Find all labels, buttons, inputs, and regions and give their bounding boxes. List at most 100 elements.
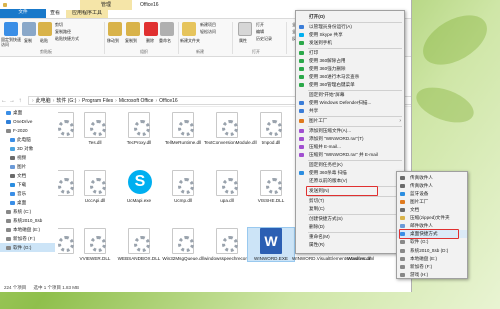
file-item[interactable]: VVIEWER.DLL: [72, 228, 118, 261]
context-menu-item[interactable]: 图片工厂 ›: [296, 117, 404, 125]
sidebar-item[interactable]: 新加卷 (F:): [0, 234, 55, 243]
sidebar-item[interactable]: F-2020: [0, 126, 55, 135]
sidebar-item[interactable]: 本地磁盘 (E:): [0, 225, 55, 234]
sidebar-item[interactable]: 图片: [0, 162, 55, 171]
context-menu-item[interactable]: 添加到 "WINWORD.rar"(T): [296, 135, 404, 143]
file-item[interactable]: Tes.dll: [72, 112, 118, 145]
sidebar-item[interactable]: 系统 (C:): [0, 207, 55, 216]
move-to-button[interactable]: 移动到: [107, 38, 119, 44]
tab-3[interactable]: 查看: [44, 9, 66, 18]
sidebar-item[interactable]: 桌面: [0, 108, 55, 117]
file-item[interactable]: Ucmp.dll: [160, 170, 206, 203]
file-item[interactable]: upa.dll: [204, 170, 250, 203]
delete-button[interactable]: 删除: [146, 38, 154, 44]
file-item[interactable]: S UcMapi.exe: [116, 170, 162, 203]
manage-context-tab[interactable]: 管理: [80, 0, 132, 10]
sidebar-item[interactable]: 此电脑: [0, 135, 55, 144]
sidebar-item[interactable]: 3D 对象: [0, 144, 55, 153]
properties-icon[interactable]: [238, 22, 252, 36]
paste-shortcut-button[interactable]: 粘贴快捷方式: [55, 36, 79, 41]
context-menu-item[interactable]: 删除(D): [296, 223, 404, 231]
tab-4[interactable]: 应用程序工具: [66, 9, 109, 18]
context-menu-item[interactable]: 使用 360杀毒 扫描: [296, 169, 404, 177]
context-menu-item[interactable]: 打开(O): [296, 13, 404, 21]
edit-button[interactable]: 编辑: [256, 29, 264, 34]
new-folder-icon[interactable]: [182, 22, 196, 36]
context-menu-item[interactable]: 重命名(M): [296, 233, 404, 241]
context-menu-item[interactable]: 使用 360进行木马云查杀: [296, 73, 404, 81]
context-menu-item[interactable]: 压缩并 E-mail...: [296, 143, 404, 151]
history-button[interactable]: 历史记录: [256, 36, 272, 41]
sendto-menu-item[interactable]: 新加卷 (F:): [397, 263, 467, 271]
sendto-menu-item[interactable]: 蓝牙设备: [397, 190, 467, 198]
delete-icon[interactable]: [144, 22, 158, 36]
copy-button[interactable]: 复制: [24, 38, 32, 44]
open-button[interactable]: 打开: [256, 22, 264, 27]
context-menu-item[interactable]: 还原以前的版本(V): [296, 177, 404, 185]
sendto-menu-item[interactable]: 传真收件人: [397, 174, 467, 182]
properties-button[interactable]: 属性: [239, 38, 247, 44]
context-menu-item[interactable]: 剪切(T): [296, 197, 404, 205]
pin-icon[interactable]: [4, 22, 18, 36]
back-icon[interactable]: ←: [0, 98, 8, 104]
copy-to-button[interactable]: 复制到: [125, 38, 137, 44]
copy-to-icon[interactable]: [126, 22, 140, 36]
sendto-menu-item[interactable]: 本地磁盘 (E:): [397, 255, 467, 263]
sidebar-item[interactable]: 桌面: [0, 198, 55, 207]
paste-icon[interactable]: [38, 22, 52, 36]
context-menu-item[interactable]: 复制(C): [296, 205, 404, 213]
paste-button[interactable]: 粘贴: [40, 38, 48, 44]
new-item-button[interactable]: 新建项目: [200, 22, 216, 27]
context-menu-item[interactable]: 压缩到 "WINWORD.rar" 并 E-mail: [296, 151, 404, 159]
context-menu-item[interactable]: 打印: [296, 49, 404, 57]
context-menu-item[interactable]: 使用 Windows Defender扫描...: [296, 99, 404, 107]
rename-icon[interactable]: [160, 22, 174, 36]
pin-button[interactable]: 固定到快速访问: [1, 37, 21, 47]
sidebar-item[interactable]: OneDrive: [0, 117, 55, 126]
context-menu-item[interactable]: 创建快捷方式(S): [296, 215, 404, 223]
breadcrumb-item[interactable]: Program Files: [82, 98, 113, 104]
cut-button[interactable]: 剪切: [55, 22, 63, 27]
sendto-menu-item[interactable]: 系统2010_ttsb (D:): [397, 247, 467, 255]
breadcrumb-item[interactable]: 软件 (G:): [56, 97, 76, 104]
file-item[interactable]: TecProxy.dll: [116, 112, 162, 145]
sidebar-item[interactable]: 系统2010_ttsb: [0, 216, 55, 225]
quick-access-icon[interactable]: [3, 3, 7, 7]
file-item[interactable]: TextConversionModule.dll: [204, 112, 257, 145]
context-menu-item[interactable]: 属性(R): [296, 241, 404, 249]
context-menu-item[interactable]: 固定到"开始"屏幕: [296, 91, 404, 99]
easy-access-button[interactable]: 轻松访问: [200, 29, 216, 34]
sendto-menu-item[interactable]: 压缩(zipped)文件夹: [397, 214, 467, 222]
file-item[interactable]: windowsspeechrecordc.dll: [204, 228, 258, 261]
file-item[interactable]: W WINWORD.EXE: [247, 226, 295, 263]
file-item[interactable]: WEBSANDBOX.DLL: [116, 228, 162, 261]
breadcrumb-item[interactable]: 此电脑: [36, 97, 51, 104]
rename-button[interactable]: 重命名: [159, 38, 171, 44]
context-menu-item[interactable]: 添加到压缩文件(A)...: [296, 127, 404, 135]
context-menu-item[interactable]: 使用 360强力删除: [296, 65, 404, 73]
context-menu-item[interactable]: 使用 Skype 共享: [296, 31, 404, 39]
sendto-menu-item[interactable]: 游戏 (H:): [397, 271, 467, 279]
sidebar-item[interactable]: 音乐: [0, 189, 55, 198]
sendto-menu-item[interactable]: 图片工厂: [397, 198, 467, 206]
copy-icon[interactable]: [22, 22, 36, 36]
breadcrumb-item[interactable]: Office16: [159, 98, 178, 104]
file-item[interactable]: UccApi.dll: [72, 170, 118, 203]
file-item[interactable]: tmpod.dll: [248, 112, 294, 145]
new-folder-button[interactable]: 新建文件夹: [180, 38, 200, 44]
sidebar-item[interactable]: 下载: [0, 180, 55, 189]
file-item[interactable]: TellMeRuntime.dll: [160, 112, 206, 145]
context-menu-item[interactable]: 共享: [296, 107, 404, 115]
context-menu-item[interactable]: 使用 360管理右键菜单: [296, 81, 404, 89]
sendto-menu-item[interactable]: 文档: [397, 206, 467, 214]
sidebar-item[interactable]: 文档: [0, 171, 55, 180]
up-icon[interactable]: ↑: [16, 98, 24, 104]
move-to-icon[interactable]: [108, 22, 122, 36]
context-menu-item[interactable]: 以管理员身份运行(A): [296, 23, 404, 31]
copy-path-button[interactable]: 复制路径: [55, 29, 71, 34]
tab-0[interactable]: 文件: [0, 9, 46, 18]
sidebar-item[interactable]: 视频: [0, 153, 55, 162]
sendto-menu-item[interactable]: 软件 (G:): [397, 238, 467, 246]
context-menu-item[interactable]: 使用 360解除占用: [296, 57, 404, 65]
context-menu-item[interactable]: 发送到手机: [296, 39, 404, 47]
